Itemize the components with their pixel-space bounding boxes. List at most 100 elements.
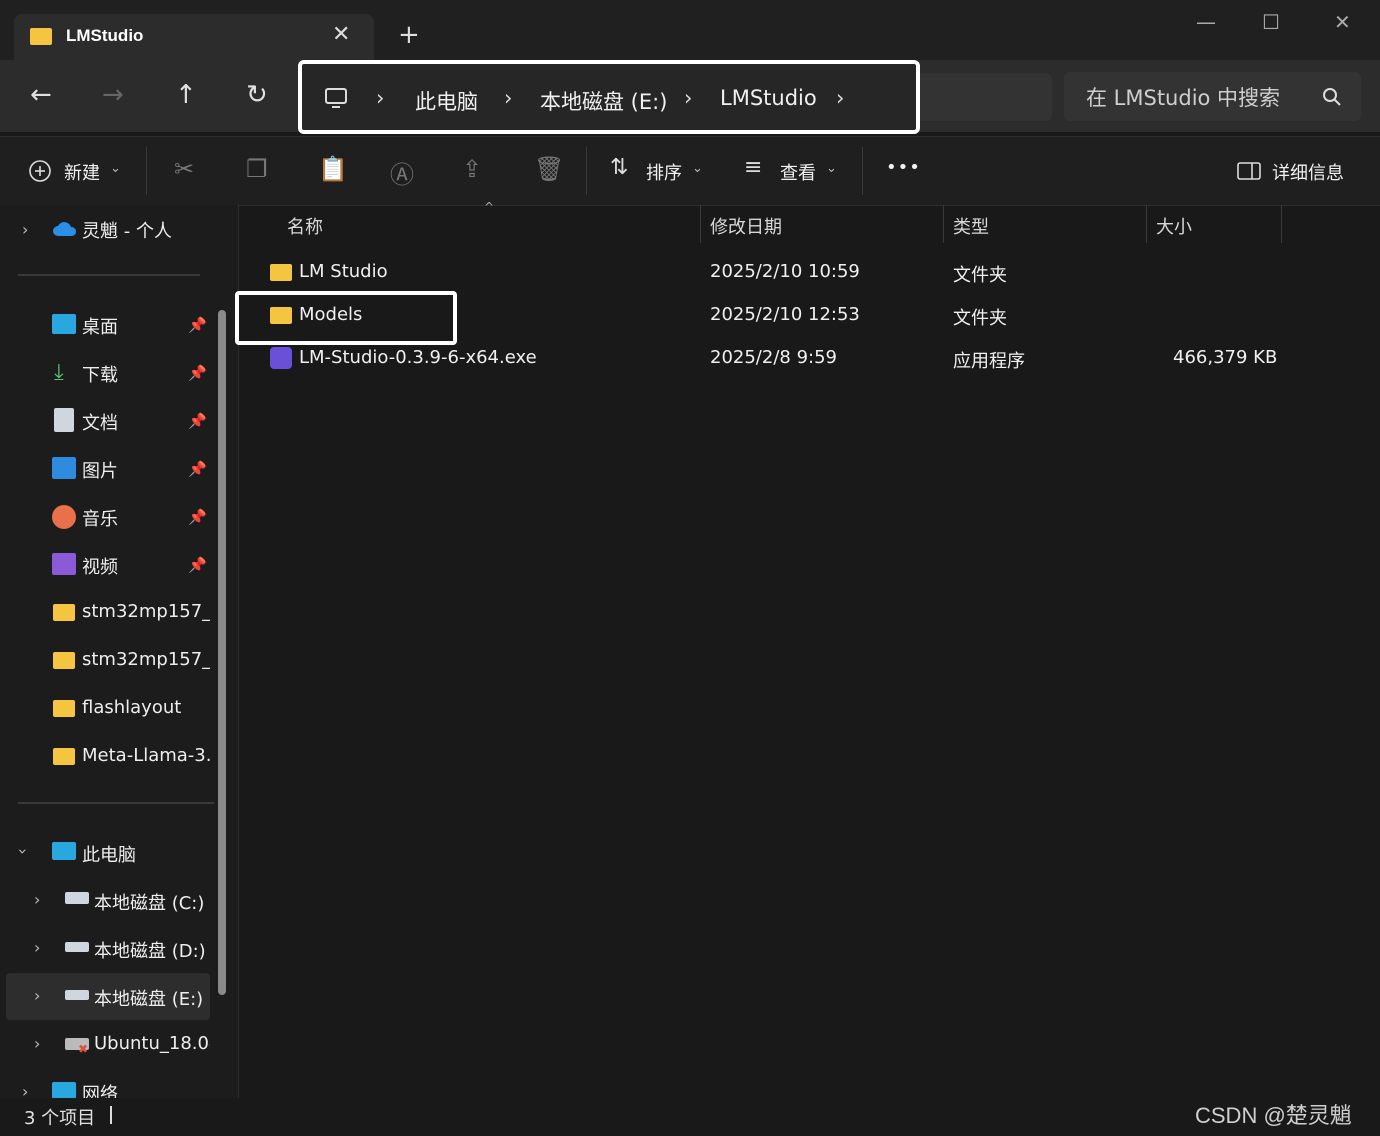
sidebar-item-drive-d[interactable]: 本地磁盘 (D:) bbox=[94, 937, 210, 963]
column-divider[interactable] bbox=[1281, 205, 1282, 243]
breadcrumb-drive-e[interactable]: 本地磁盘 (E:) bbox=[540, 86, 667, 116]
new-button[interactable]: 新建 bbox=[64, 159, 100, 185]
file-date: 2025/2/10 12:53 bbox=[710, 304, 860, 325]
breadcrumb-this-pc[interactable]: 此电脑 bbox=[415, 86, 478, 116]
pin-icon[interactable]: 📌 bbox=[188, 316, 207, 334]
sidebar-item-this-pc[interactable]: 此电脑 bbox=[82, 841, 136, 867]
sidebar-item-folder[interactable]: flashlayout bbox=[82, 697, 210, 718]
more-options-button[interactable]: ••• bbox=[886, 157, 921, 178]
pin-icon[interactable]: 📌 bbox=[188, 556, 207, 574]
share-icon[interactable]: ⇪ bbox=[462, 155, 482, 183]
drive-icon bbox=[65, 942, 89, 952]
sidebar-item-drive-c[interactable]: 本地磁盘 (C:) bbox=[94, 889, 210, 915]
sort-icon[interactable]: ⇅ bbox=[610, 155, 628, 180]
minimize-button[interactable]: — bbox=[1196, 10, 1216, 34]
column-header-type[interactable]: 类型 bbox=[953, 213, 989, 239]
chevron-down-icon[interactable]: ⌄ bbox=[826, 161, 837, 176]
sort-ascending-icon: ^ bbox=[484, 200, 495, 214]
divider bbox=[18, 274, 200, 276]
sidebar-item-folder[interactable]: stm32mp157_l bbox=[82, 649, 210, 670]
sort-button[interactable]: 排序 bbox=[646, 159, 682, 185]
view-icon[interactable]: ≡ bbox=[744, 155, 762, 180]
forward-button[interactable]: → bbox=[102, 80, 124, 110]
column-header-name[interactable]: 名称 bbox=[287, 213, 323, 239]
sidebar-scrollbar[interactable] bbox=[218, 310, 226, 995]
sidebar-item-videos[interactable]: 视频 bbox=[82, 553, 118, 579]
column-header-size[interactable]: 大小 bbox=[1156, 213, 1192, 239]
chevron-down-icon[interactable]: ⌄ bbox=[692, 161, 703, 176]
app-icon bbox=[270, 347, 292, 369]
chevron-right-icon[interactable]: › bbox=[22, 220, 28, 239]
sidebar-item-ubuntu[interactable]: Ubuntu_18.04 bbox=[94, 1033, 210, 1054]
paste-icon[interactable]: 📋 bbox=[318, 155, 348, 183]
chevron-right-icon[interactable]: › bbox=[34, 938, 40, 957]
up-button[interactable]: ↑ bbox=[175, 80, 197, 110]
navigation-bar: ← → ↑ ↻ › 此电脑 › 本地磁盘 (E:) › LMStudio › 在… bbox=[0, 60, 1380, 134]
sidebar-item-desktop[interactable]: 桌面 bbox=[82, 313, 118, 339]
chevron-down-icon[interactable]: ⌄ bbox=[110, 161, 121, 176]
drive-icon bbox=[65, 990, 89, 1000]
plus-circle-icon[interactable] bbox=[28, 159, 52, 183]
refresh-button[interactable]: ↻ bbox=[246, 80, 268, 110]
tab-title: LMStudio bbox=[66, 26, 144, 45]
breadcrumb-lmstudio[interactable]: LMStudio bbox=[720, 86, 817, 110]
back-button[interactable]: ← bbox=[30, 80, 52, 110]
breadcrumb-separator[interactable]: › bbox=[504, 86, 512, 110]
sidebar-item-pictures[interactable]: 图片 bbox=[82, 457, 118, 483]
details-pane-icon[interactable] bbox=[1237, 161, 1261, 181]
details-button[interactable]: 详细信息 bbox=[1272, 159, 1344, 185]
chevron-right-icon[interactable]: › bbox=[34, 1034, 40, 1053]
address-bar[interactable]: › 此电脑 › 本地磁盘 (E:) › LMStudio › bbox=[298, 60, 920, 134]
copy-icon[interactable]: ❐ bbox=[246, 155, 268, 183]
breadcrumb-separator[interactable]: › bbox=[684, 86, 692, 110]
chevron-right-icon[interactable]: › bbox=[34, 890, 40, 909]
chevron-right-icon[interactable]: › bbox=[34, 986, 40, 1005]
sidebar-item-drive-e[interactable]: 本地磁盘 (E:) bbox=[94, 985, 210, 1011]
breadcrumb-separator[interactable]: › bbox=[376, 86, 384, 110]
onedrive-cloud-icon bbox=[53, 222, 77, 236]
chevron-down-icon[interactable]: › bbox=[14, 848, 33, 854]
search-input[interactable]: 在 LMStudio 中搜索 bbox=[1086, 82, 1280, 112]
pin-icon[interactable]: 📌 bbox=[188, 460, 207, 478]
address-bar-empty-area[interactable] bbox=[920, 73, 1052, 121]
maximize-button[interactable]: ☐ bbox=[1262, 10, 1280, 34]
picture-icon bbox=[52, 457, 76, 479]
tab-lmstudio[interactable]: LMStudio ✕ bbox=[14, 14, 374, 60]
close-button[interactable]: ✕ bbox=[1334, 10, 1351, 34]
sidebar-item-folder[interactable]: stm32mp157_u bbox=[82, 601, 210, 622]
column-divider[interactable] bbox=[700, 205, 701, 243]
file-type: 应用程序 bbox=[953, 351, 1025, 372]
column-header-date[interactable]: 修改日期 bbox=[710, 213, 782, 239]
file-date: 2025/2/10 10:59 bbox=[710, 261, 860, 282]
music-icon bbox=[52, 505, 76, 529]
divider bbox=[18, 802, 214, 804]
divider bbox=[862, 147, 863, 195]
pin-icon[interactable]: 📌 bbox=[188, 508, 207, 526]
status-bar: 3 个项目 bbox=[0, 1098, 1380, 1136]
file-size: 466,379 KB bbox=[1173, 347, 1278, 368]
cut-icon[interactable]: ✂ bbox=[174, 155, 194, 183]
search-box[interactable]: 在 LMStudio 中搜索 bbox=[1064, 72, 1361, 121]
divider bbox=[146, 147, 147, 195]
delete-icon[interactable]: 🗑 bbox=[534, 155, 564, 183]
sidebar-item-folder[interactable]: Meta-Llama-3. bbox=[82, 745, 210, 766]
sidebar-item-onedrive[interactable]: 灵魈 - 个人 bbox=[82, 217, 172, 243]
pin-icon[interactable]: 📌 bbox=[188, 364, 207, 382]
tab-close-button[interactable]: ✕ bbox=[332, 22, 350, 47]
sidebar-item-music[interactable]: 音乐 bbox=[82, 505, 118, 531]
column-divider[interactable] bbox=[943, 205, 944, 243]
file-name[interactable]: LM Studio bbox=[299, 261, 388, 282]
column-divider[interactable] bbox=[1146, 205, 1147, 243]
search-icon[interactable] bbox=[1322, 87, 1342, 107]
file-name[interactable]: LM-Studio-0.3.9-6-x64.exe bbox=[299, 347, 537, 368]
view-button[interactable]: 查看 bbox=[780, 159, 816, 185]
pin-icon[interactable]: 📌 bbox=[188, 412, 207, 430]
sidebar-item-downloads[interactable]: 下载 bbox=[82, 361, 118, 387]
file-type: 文件夹 bbox=[953, 265, 1007, 286]
folder-icon bbox=[30, 28, 52, 45]
new-tab-button[interactable]: + bbox=[398, 20, 420, 50]
rename-icon[interactable]: Ⓐ bbox=[390, 155, 414, 190]
models-highlight-box bbox=[235, 291, 457, 345]
sidebar-item-documents[interactable]: 文档 bbox=[82, 409, 118, 435]
breadcrumb-separator[interactable]: › bbox=[836, 86, 844, 110]
